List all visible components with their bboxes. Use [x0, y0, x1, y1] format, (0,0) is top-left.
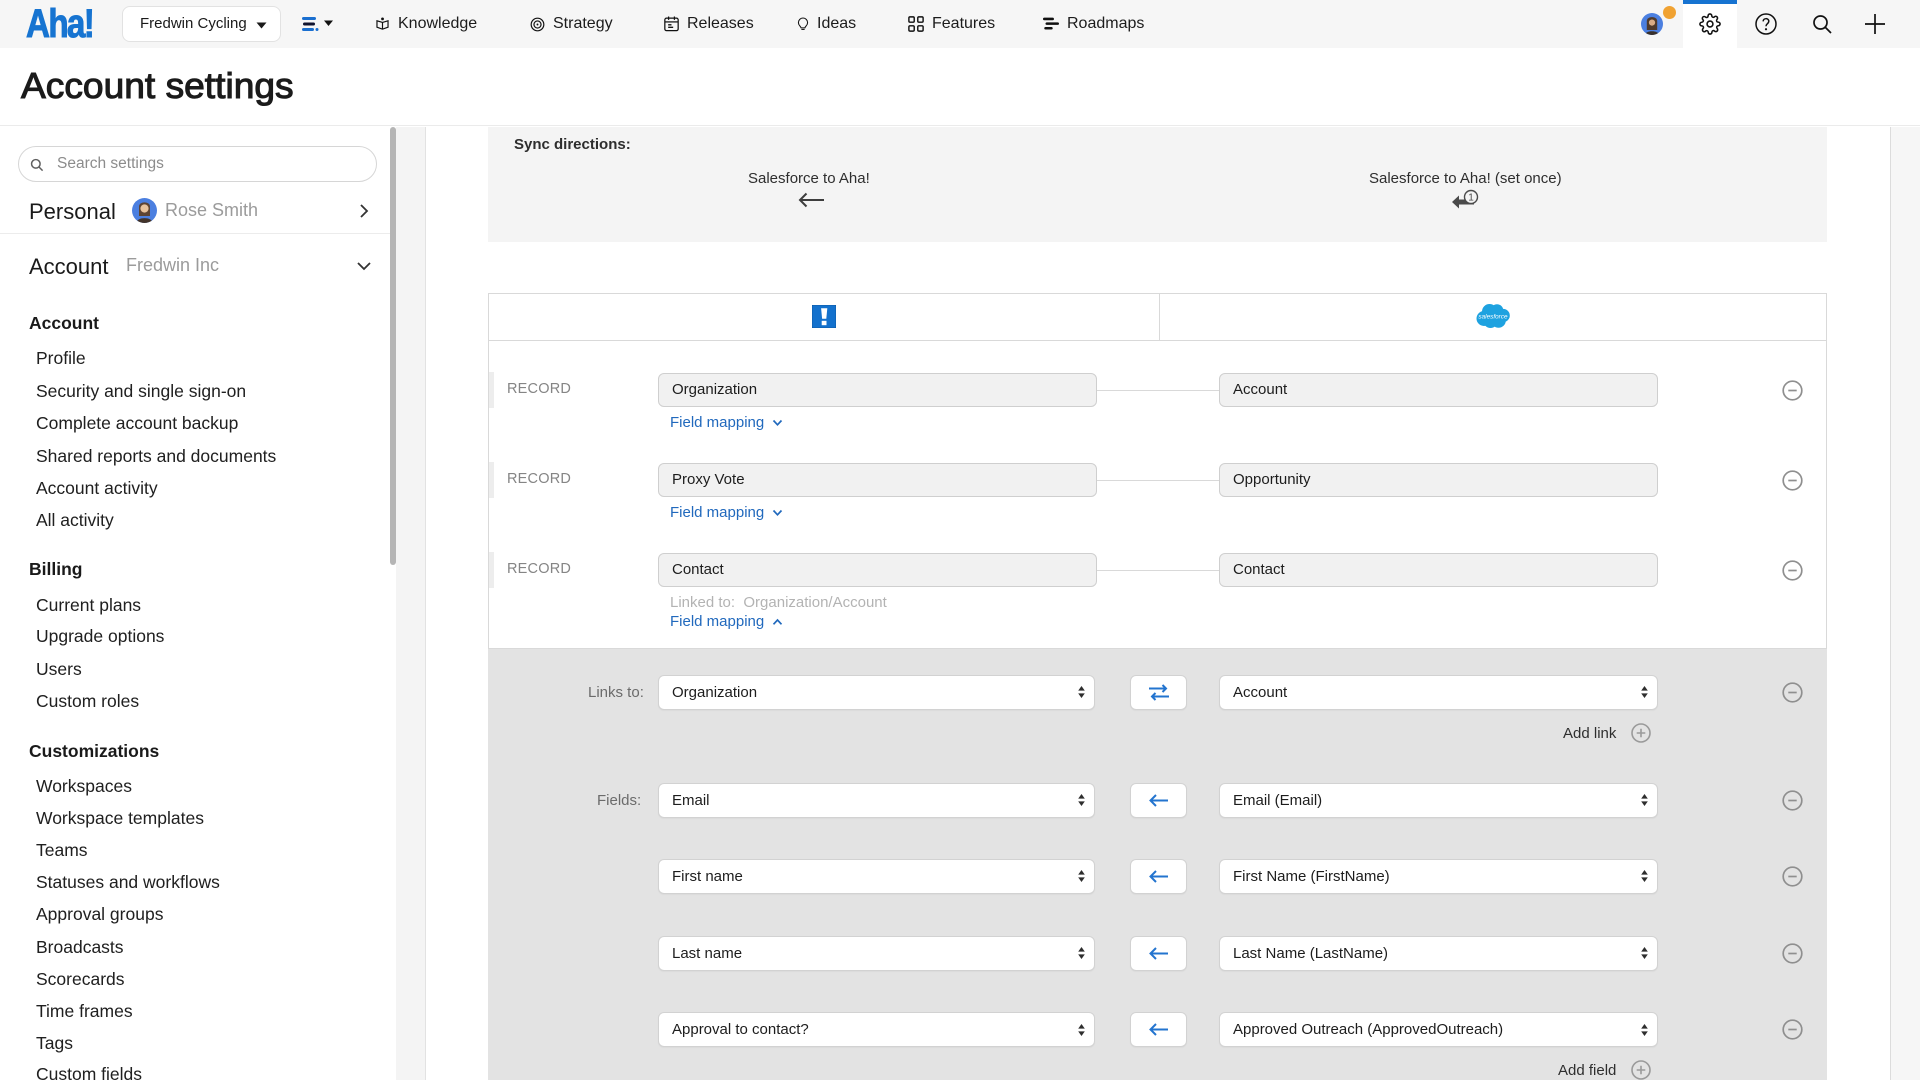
svg-text:salesforce: salesforce: [1478, 313, 1508, 320]
svg-text:1: 1: [1468, 193, 1474, 204]
